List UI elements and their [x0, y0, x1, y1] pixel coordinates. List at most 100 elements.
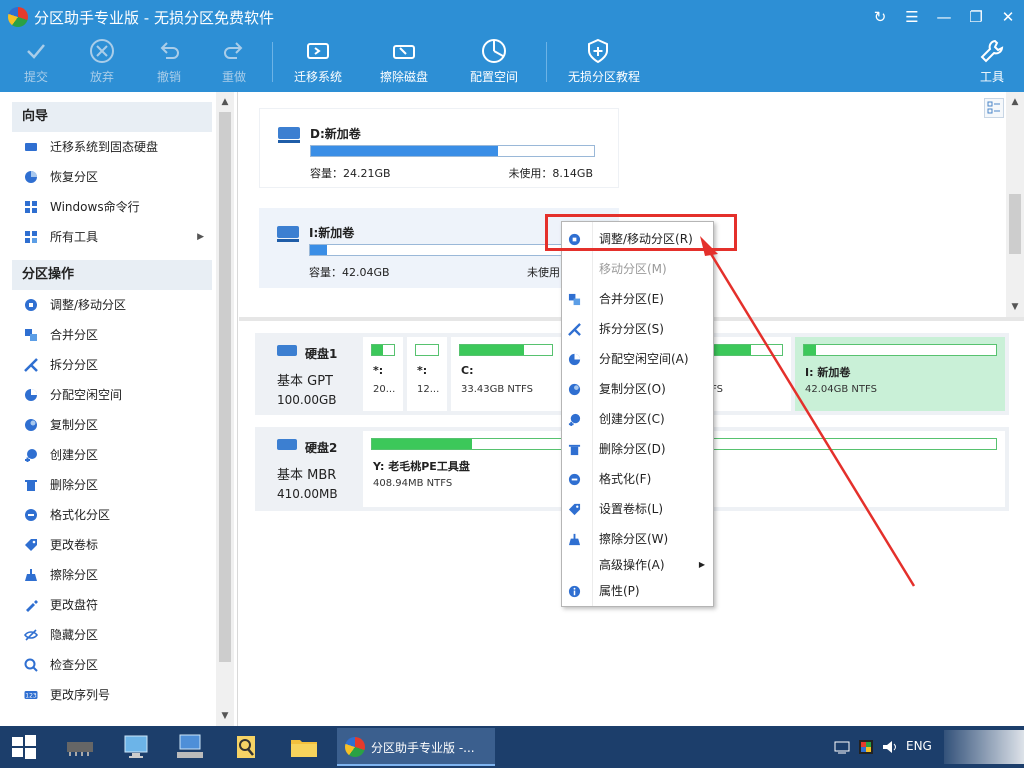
- usage-fill: [311, 146, 498, 156]
- scroll-up-icon[interactable]: ▲: [216, 94, 234, 110]
- sidebar-item-hide[interactable]: 隐藏分区: [12, 620, 212, 650]
- sidebar: 向导 迁移系统到固态硬盘 恢复分区 Windows命令行 所有工具 ▶ 分区操作…: [0, 92, 238, 726]
- check-icon: [24, 658, 38, 672]
- undo-icon: [160, 42, 179, 59]
- undo-button[interactable]: 撤销: [139, 38, 199, 85]
- scroll-thumb[interactable]: [1009, 194, 1021, 254]
- scroll-thumb[interactable]: [219, 112, 231, 662]
- label-icon: [568, 503, 581, 516]
- menu-item-merge[interactable]: 合并分区(E): [562, 284, 713, 314]
- sidebar-item-resize[interactable]: 调整/移动分区: [12, 290, 212, 320]
- menu-item-copy[interactable]: 复制分区(O): [562, 374, 713, 404]
- ssd-migrate-icon: [25, 143, 37, 151]
- drive-icon: [277, 226, 299, 242]
- scroll-up-icon[interactable]: ▲: [1006, 94, 1024, 110]
- window-title: 分区助手专业版 - 无损分区免费软件: [34, 9, 274, 27]
- color-display-icon[interactable]: [858, 739, 874, 755]
- sidebar-item-allocate[interactable]: 分配空闲空间: [12, 380, 212, 410]
- discard-button[interactable]: 放弃: [72, 38, 132, 85]
- sidebar-item-copy[interactable]: 复制分区: [12, 410, 212, 440]
- toolbar-divider: [272, 42, 273, 82]
- pie-icon: [482, 39, 506, 63]
- scroll-down-icon[interactable]: ▼: [1006, 299, 1024, 315]
- volume-scrollbar[interactable]: ▲ ▼: [1006, 92, 1024, 317]
- menu-item-properties[interactable]: 属性(P): [562, 576, 713, 606]
- sidebar-item-label[interactable]: 更改卷标: [12, 530, 212, 560]
- minimize-button[interactable]: —: [928, 0, 960, 34]
- wipe-disk-button[interactable]: 擦除磁盘: [374, 38, 434, 85]
- copy-icon: [25, 419, 37, 431]
- migrate-os-button[interactable]: 迁移系统: [288, 38, 348, 85]
- label-icon: [25, 539, 37, 551]
- serial-icon: 123: [24, 691, 38, 700]
- sidebar-item-cmd[interactable]: Windows命令行: [12, 192, 212, 222]
- taskbar-app-network[interactable]: [112, 730, 160, 764]
- partition-block[interactable]: *: 20...: [363, 337, 403, 411]
- window-controls: ↻ ☰ — ❐ ✕: [864, 0, 1024, 34]
- delete-icon: [568, 444, 581, 456]
- sidebar-item-recover[interactable]: 恢复分区: [12, 162, 212, 192]
- tools-button[interactable]: 工具: [962, 38, 1022, 85]
- partition-bar: [703, 344, 783, 356]
- taskbar-app-monitor[interactable]: [166, 730, 214, 764]
- sidebar-item-migrate-ssd[interactable]: 迁移系统到固态硬盘: [12, 132, 212, 162]
- view-toggle-button[interactable]: [984, 98, 1004, 118]
- toolbar: 提交 放弃 撤销 重做 迁移系统 擦除磁盘 配置空间 无损分区教程 工具: [0, 34, 1024, 92]
- partition-bar: [459, 344, 553, 356]
- start-button[interactable]: [0, 730, 48, 764]
- menu-icon[interactable]: ☰: [896, 0, 928, 34]
- sidebar-item-drive-letter[interactable]: 更改盘符: [12, 590, 212, 620]
- submenu-arrow-icon: ▶: [197, 232, 204, 242]
- menu-item-create[interactable]: 创建分区(C): [562, 404, 713, 434]
- menu-item-format[interactable]: 格式化(F): [562, 464, 713, 494]
- partition-block-selected[interactable]: I: 新加卷 42.04GB NTFS: [795, 337, 1005, 411]
- projector-icon[interactable]: [834, 739, 850, 755]
- disk-info: 硬盘1 基本 GPT 100.00GB: [277, 345, 338, 407]
- tutorial-button[interactable]: 无损分区教程: [568, 38, 640, 85]
- split-icon: [24, 358, 38, 372]
- maximize-button[interactable]: ❐: [960, 0, 992, 34]
- redo-button[interactable]: 重做: [204, 38, 264, 85]
- speaker-icon[interactable]: [882, 739, 900, 755]
- partition-bar: [371, 344, 395, 356]
- split-icon: [568, 323, 581, 336]
- annotation-highlight-box: [545, 214, 737, 251]
- allocate-space-button[interactable]: 配置空间: [464, 38, 524, 85]
- volume-card[interactable]: D:新加卷 容量：24.21GB 未使用：8.14GB: [259, 108, 619, 188]
- menu-item-allocate[interactable]: 分配空闲空间(A): [562, 344, 713, 374]
- partition-block[interactable]: *: 12...: [407, 337, 447, 411]
- menu-item-delete[interactable]: 删除分区(D): [562, 434, 713, 464]
- taskbar-app-chip[interactable]: [56, 730, 104, 764]
- sidebar-item-delete[interactable]: 删除分区: [12, 470, 212, 500]
- menu-item-label[interactable]: 设置卷标(L): [562, 494, 713, 524]
- sidebar-item-wipe[interactable]: 擦除分区: [12, 560, 212, 590]
- magnifier-icon: [237, 736, 255, 758]
- taskbar-app-search[interactable]: [222, 730, 270, 764]
- submit-button[interactable]: 提交: [6, 38, 66, 85]
- menu-item-move[interactable]: 移动分区(M): [562, 254, 713, 284]
- windows-logo-icon: [12, 735, 36, 759]
- scroll-down-icon[interactable]: ▼: [216, 708, 234, 724]
- sidebar-item-merge[interactable]: 合并分区: [12, 320, 212, 350]
- partition-block[interactable]: C: 33.43GB NTFS: [451, 337, 561, 411]
- sidebar-item-format[interactable]: 格式化分区: [12, 500, 212, 530]
- menu-item-split[interactable]: 拆分分区(S): [562, 314, 713, 344]
- sidebar-item-split[interactable]: 拆分分区: [12, 350, 212, 380]
- close-button[interactable]: ✕: [992, 0, 1024, 34]
- sidebar-item-all-tools[interactable]: 所有工具 ▶: [12, 222, 212, 252]
- merge-icon: [25, 329, 37, 341]
- taskbar-active-window[interactable]: 分区助手专业版 -...: [337, 728, 495, 766]
- grid-icon: [25, 231, 37, 243]
- windows-icon: [25, 201, 37, 213]
- refresh-icon[interactable]: ↻: [864, 0, 896, 34]
- sidebar-item-serial[interactable]: 123 更改序列号: [12, 680, 212, 710]
- sidebar-item-create[interactable]: 创建分区: [12, 440, 212, 470]
- ops-header: 分区操作: [12, 260, 212, 290]
- sidebar-item-check[interactable]: 检查分区: [12, 650, 212, 680]
- svg-text:123: 123: [25, 693, 37, 700]
- info-icon: [568, 585, 581, 598]
- sidebar-scrollbar[interactable]: ▲ ▼: [216, 92, 234, 726]
- input-language[interactable]: ENG: [906, 739, 932, 753]
- clock-area[interactable]: [944, 730, 1024, 764]
- taskbar-app-explorer[interactable]: [280, 730, 328, 764]
